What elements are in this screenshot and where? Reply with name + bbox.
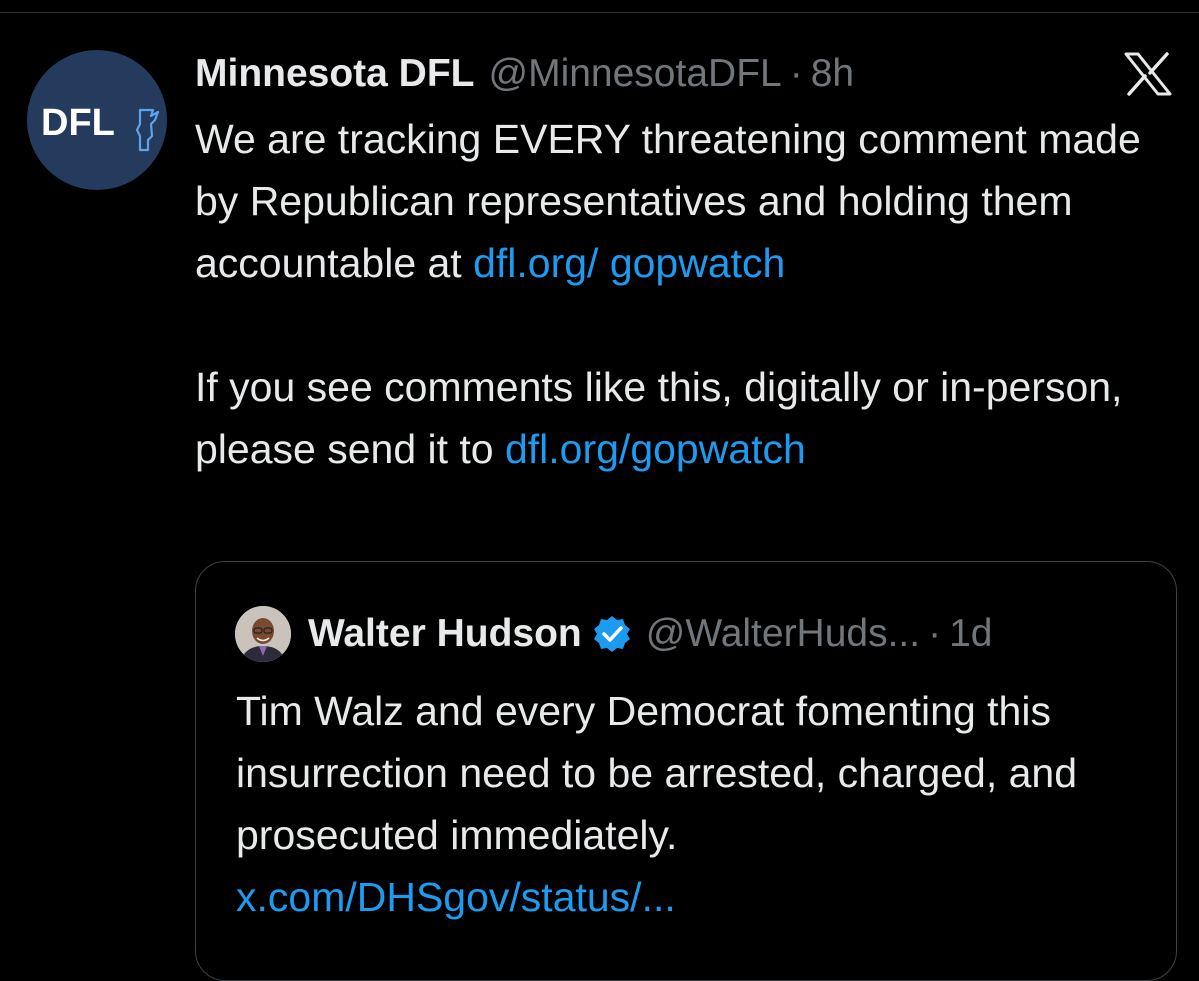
- quoted-status-link[interactable]: x.com/DHSgov/status/...: [236, 874, 676, 920]
- quoted-author-handle[interactable]: @WalterHuds...: [646, 612, 920, 656]
- quoted-tweet-header: Walter Hudson @WalterHuds... · 1d: [308, 606, 993, 662]
- top-divider: [0, 12, 1199, 13]
- quoted-tweet-card[interactable]: Walter Hudson @WalterHuds... · 1d Tim Wa…: [195, 561, 1177, 981]
- quoted-author-avatar[interactable]: [235, 606, 291, 662]
- tweet-header: Minnesota DFL @MinnesotaDFL · 8h: [195, 48, 854, 100]
- quoted-tweet-text: Tim Walz and every Democrat fomenting th…: [236, 680, 1156, 928]
- tweet-paragraph-2: If you see comments like this, digitally…: [195, 356, 1185, 480]
- tweet-text: We are tracking EVERY threatening commen…: [195, 108, 1185, 480]
- tweet-timestamp[interactable]: 8h: [811, 52, 854, 96]
- svg-text:DFL: DFL: [41, 102, 115, 144]
- author-display-name[interactable]: Minnesota DFL: [195, 52, 475, 96]
- verified-badge-icon: [593, 616, 630, 652]
- dfl-logo: DFL: [41, 102, 160, 152]
- x-logo-icon[interactable]: [1123, 52, 1173, 96]
- quoted-text: Tim Walz and every Democrat fomenting th…: [236, 688, 1078, 858]
- tweet-paragraph-1: We are tracking EVERY threatening commen…: [195, 108, 1185, 294]
- gopwatch-link-2[interactable]: dfl.org/gopwatch: [505, 426, 806, 472]
- author-handle[interactable]: @MinnesotaDFL: [489, 52, 782, 96]
- author-avatar[interactable]: DFL: [27, 50, 167, 190]
- quoted-tweet-timestamp[interactable]: 1d: [949, 612, 992, 656]
- minnesota-outline-icon: [135, 108, 160, 152]
- header-separator: ·: [789, 52, 803, 95]
- person-portrait-icon: [235, 606, 291, 662]
- quoted-header-separator: ·: [928, 612, 942, 655]
- gopwatch-link-1[interactable]: dfl.org/ gopwatch: [473, 240, 785, 286]
- quoted-author-name[interactable]: Walter Hudson: [308, 612, 582, 656]
